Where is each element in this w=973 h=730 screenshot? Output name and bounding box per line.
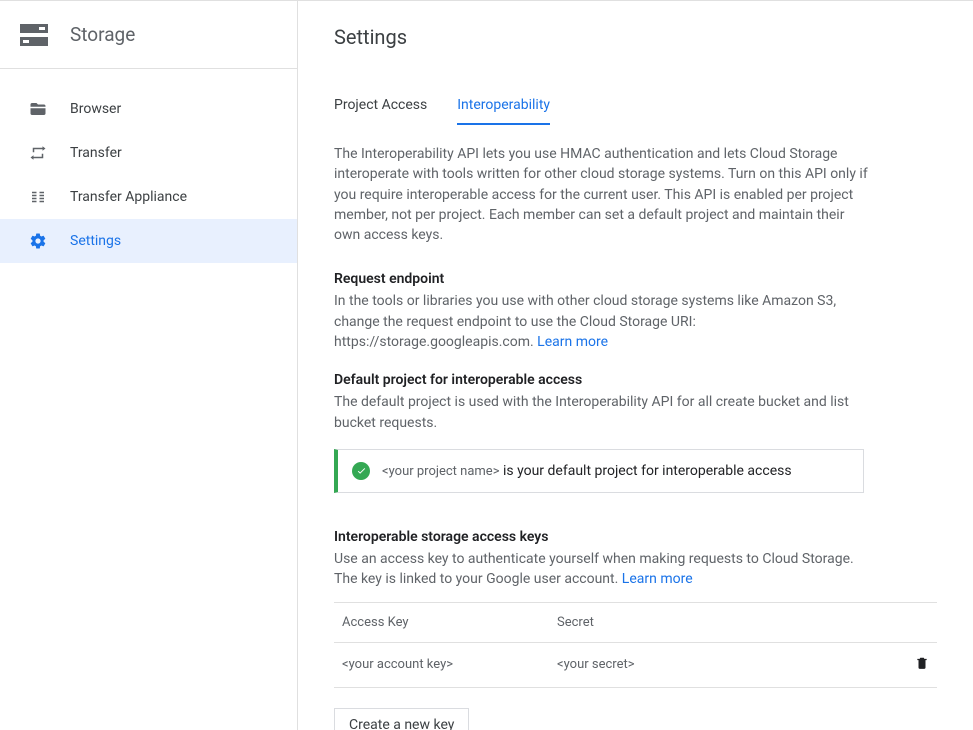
request-endpoint-learn-more-link[interactable]: Learn more (537, 334, 608, 350)
table-row: <your account key> <your secret> (334, 643, 937, 688)
notice-suffix: is your default project for interoperabl… (500, 463, 792, 479)
check-icon (352, 462, 370, 480)
default-project-body: The default project is used with the Int… (334, 392, 874, 433)
sidebar-title: Storage (70, 23, 135, 46)
storage-icon (20, 24, 48, 46)
col-header-access-key: Access Key (342, 615, 557, 630)
sidebar-item-settings[interactable]: Settings (0, 219, 297, 263)
table-header: Access Key Secret (334, 602, 937, 643)
cell-secret: <your secret> (557, 657, 899, 672)
cell-access-key: <your account key> (342, 657, 557, 672)
access-keys-table: Access Key Secret <your account key> <yo… (334, 602, 937, 688)
request-endpoint-body: In the tools or libraries you use with o… (334, 291, 874, 352)
request-endpoint-heading: Request endpoint (334, 271, 937, 287)
sidebar-item-label: Transfer (70, 145, 122, 161)
access-keys-body: Use an access key to authenticate yourse… (334, 549, 874, 590)
delete-key-button[interactable] (915, 660, 929, 675)
notice-text: <your project name> is your default proj… (382, 463, 792, 479)
sidebar-nav: Browser Transfer Transfer Appliance Sett… (0, 69, 297, 263)
page-title: Settings (334, 25, 937, 49)
sidebar: Storage Browser Transfer Transfer Applia… (0, 1, 298, 730)
tab-project-access[interactable]: Project Access (334, 97, 427, 125)
tab-interoperability[interactable]: Interoperability (457, 97, 550, 125)
sidebar-item-label: Settings (70, 233, 121, 249)
sidebar-item-browser[interactable]: Browser (0, 87, 297, 131)
transfer-icon (28, 143, 48, 163)
tabs: Project Access Interoperability (334, 97, 937, 126)
folder-icon (28, 99, 48, 119)
col-header-secret: Secret (557, 615, 899, 630)
sidebar-header: Storage (0, 1, 297, 69)
appliance-icon (28, 187, 48, 207)
intro-text: The Interoperability API lets you use HM… (334, 144, 874, 245)
access-keys-text: Use an access key to authenticate yourse… (334, 551, 854, 587)
default-project-notice: <your project name> is your default proj… (334, 449, 864, 493)
default-project-heading: Default project for interoperable access (334, 372, 937, 388)
sidebar-item-transfer[interactable]: Transfer (0, 131, 297, 175)
main-content: Settings Project Access Interoperability… (298, 1, 973, 730)
gear-icon (28, 231, 48, 251)
notice-project-name: <your project name> (382, 464, 500, 479)
access-keys-heading: Interoperable storage access keys (334, 529, 937, 545)
access-keys-learn-more-link[interactable]: Learn more (622, 571, 693, 587)
sidebar-item-label: Browser (70, 101, 121, 117)
create-new-key-button[interactable]: Create a new key (334, 708, 469, 730)
sidebar-item-transfer-appliance[interactable]: Transfer Appliance (0, 175, 297, 219)
sidebar-item-label: Transfer Appliance (70, 189, 187, 205)
